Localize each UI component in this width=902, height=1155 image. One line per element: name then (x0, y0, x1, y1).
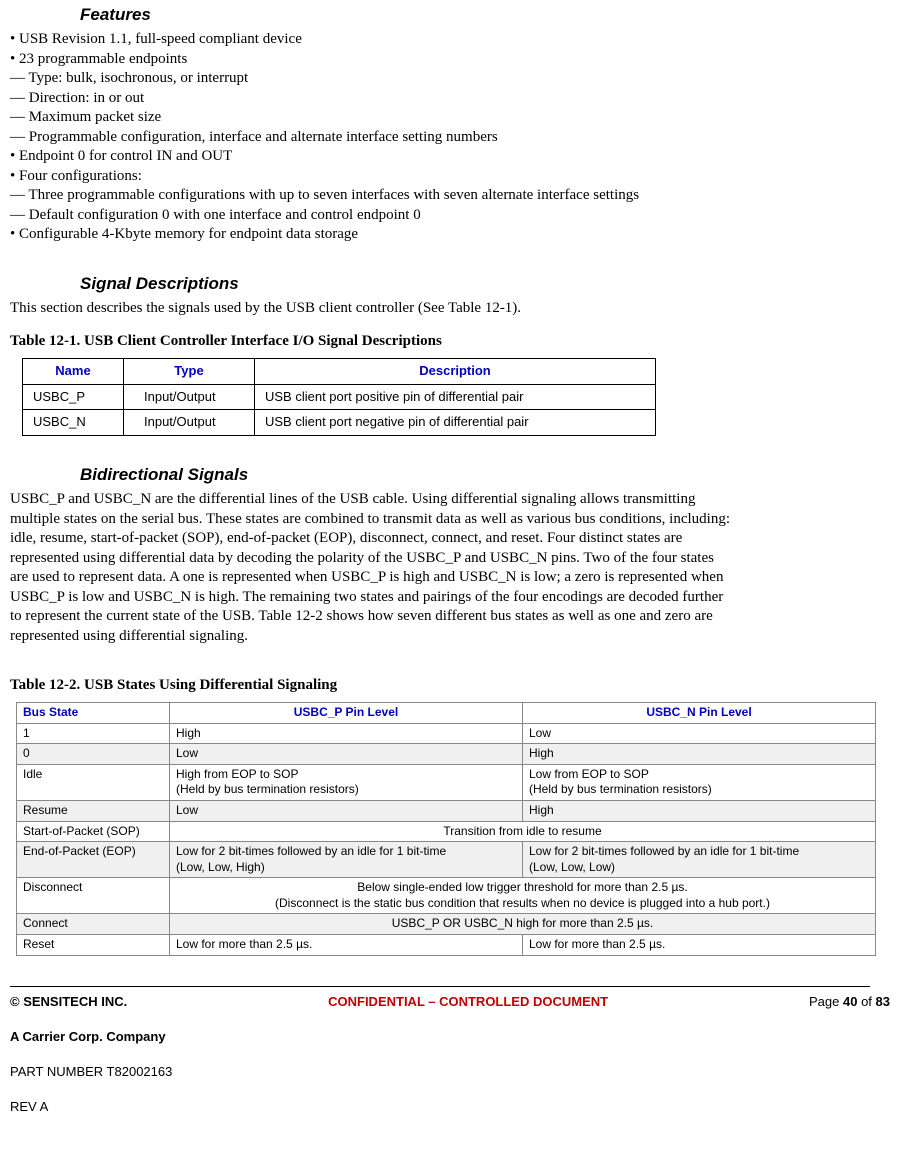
footer-row: © SENSITECH INC. CONFIDENTIAL – CONTROLL… (10, 994, 890, 1011)
page-total: 83 (876, 994, 890, 1009)
cell-p-level: Low for more than 2.5 µs. (170, 935, 523, 956)
bidirectional-paragraph: USBC_P and USBC_N are the differential l… (10, 490, 730, 646)
cell-name: USBC_N (23, 410, 124, 436)
cell-bus-state: End-of-Packet (EOP) (17, 842, 170, 878)
th-description: Description (255, 358, 656, 384)
cell-p-level: High (170, 723, 523, 744)
table-12-2: Bus State USBC_P Pin Level USBC_N Pin Le… (16, 702, 876, 956)
table-row: ConnectUSBC_P OR USBC_N high for more th… (17, 914, 876, 935)
heading-bidirectional-signals: Bidirectional Signals (80, 464, 892, 486)
cell-type: Input/Output (124, 384, 255, 410)
footer-part-number: PART NUMBER T82002163 (10, 1064, 892, 1081)
cell-bus-state: Disconnect (17, 878, 170, 914)
cell-n-level: High (523, 800, 876, 821)
feature-line: • 23 programmable endpoints (10, 50, 730, 70)
table-row: IdleHigh from EOP to SOP(Held by bus ter… (17, 764, 876, 800)
cell-n-level: Low for more than 2.5 µs. (523, 935, 876, 956)
th-bus-state: Bus State (17, 702, 170, 723)
cell-bus-state: Reset (17, 935, 170, 956)
cell-bus-state: Start-of-Packet (SOP) (17, 821, 170, 842)
cell-span: USBC_P OR USBC_N high for more than 2.5 … (170, 914, 876, 935)
table-row: ResetLow for more than 2.5 µs.Low for mo… (17, 935, 876, 956)
cell-n-level: Low for 2 bit-times followed by an idle … (523, 842, 876, 878)
cell-desc: USB client port negative pin of differen… (255, 410, 656, 436)
feature-line: — Maximum packet size (10, 108, 730, 128)
footer-rev: REV A (10, 1099, 892, 1116)
cell-bus-state: Resume (17, 800, 170, 821)
footer-confidential: CONFIDENTIAL – CONTROLLED DOCUMENT (328, 994, 608, 1011)
heading-signal-descriptions: Signal Descriptions (80, 273, 892, 295)
feature-line: — Three programmable configurations with… (10, 186, 730, 206)
cell-p-level: High from EOP to SOP(Held by bus termina… (170, 764, 523, 800)
cell-span: Below single-ended low trigger threshold… (170, 878, 876, 914)
feature-line: — Direction: in or out (10, 89, 730, 109)
page-of: of (857, 994, 875, 1009)
table-row: USBC_NInput/OutputUSB client port negati… (23, 410, 656, 436)
feature-line: — Type: bulk, isochronous, or interrupt (10, 69, 730, 89)
table-12-2-caption: Table 12-2. USB States Using Differentia… (10, 676, 892, 696)
cell-span: Transition from idle to resume (170, 821, 876, 842)
table-row: ResumeLowHigh (17, 800, 876, 821)
cell-n-level: Low (523, 723, 876, 744)
signal-intro: This section describes the signals used … (10, 299, 730, 319)
cell-p-level: Low (170, 744, 523, 765)
footer-separator (10, 986, 870, 987)
table-12-1-caption: Table 12-1. USB Client Controller Interf… (10, 332, 892, 352)
features-list: • USB Revision 1.1, full-speed compliant… (10, 30, 892, 245)
th-usbc-n-level: USBC_N Pin Level (523, 702, 876, 723)
feature-line: • USB Revision 1.1, full-speed compliant… (10, 30, 730, 50)
cell-n-level: Low from EOP to SOP(Held by bus terminat… (523, 764, 876, 800)
cell-bus-state: 1 (17, 723, 170, 744)
footer-copyright: © SENSITECH INC. (10, 994, 127, 1011)
heading-features: Features (80, 4, 892, 26)
feature-line: • Configurable 4-Kbyte memory for endpoi… (10, 225, 730, 245)
cell-bus-state: Idle (17, 764, 170, 800)
table-row: End-of-Packet (EOP)Low for 2 bit-times f… (17, 842, 876, 878)
cell-type: Input/Output (124, 410, 255, 436)
feature-line: • Four configurations: (10, 167, 730, 187)
cell-desc: USB client port positive pin of differen… (255, 384, 656, 410)
table-row: 1HighLow (17, 723, 876, 744)
cell-n-level: High (523, 744, 876, 765)
th-name: Name (23, 358, 124, 384)
feature-line: — Default configuration 0 with one inter… (10, 206, 730, 226)
th-type: Type (124, 358, 255, 384)
footer-company: A Carrier Corp. Company (10, 1029, 892, 1046)
cell-bus-state: 0 (17, 744, 170, 765)
table-row: USBC_PInput/OutputUSB client port positi… (23, 384, 656, 410)
th-usbc-p-level: USBC_P Pin Level (170, 702, 523, 723)
table-12-1: Name Type Description USBC_PInput/Output… (22, 358, 656, 437)
footer-page: Page 40 of 83 (809, 994, 890, 1011)
page-num: 40 (843, 994, 857, 1009)
cell-p-level: Low (170, 800, 523, 821)
cell-name: USBC_P (23, 384, 124, 410)
table-row: Start-of-Packet (SOP)Transition from idl… (17, 821, 876, 842)
table-row: DisconnectBelow single-ended low trigger… (17, 878, 876, 914)
cell-p-level: Low for 2 bit-times followed by an idle … (170, 842, 523, 878)
feature-line: • Endpoint 0 for control IN and OUT (10, 147, 730, 167)
feature-line: — Programmable configuration, interface … (10, 128, 730, 148)
cell-bus-state: Connect (17, 914, 170, 935)
table-row: 0LowHigh (17, 744, 876, 765)
page-prefix: Page (809, 994, 843, 1009)
